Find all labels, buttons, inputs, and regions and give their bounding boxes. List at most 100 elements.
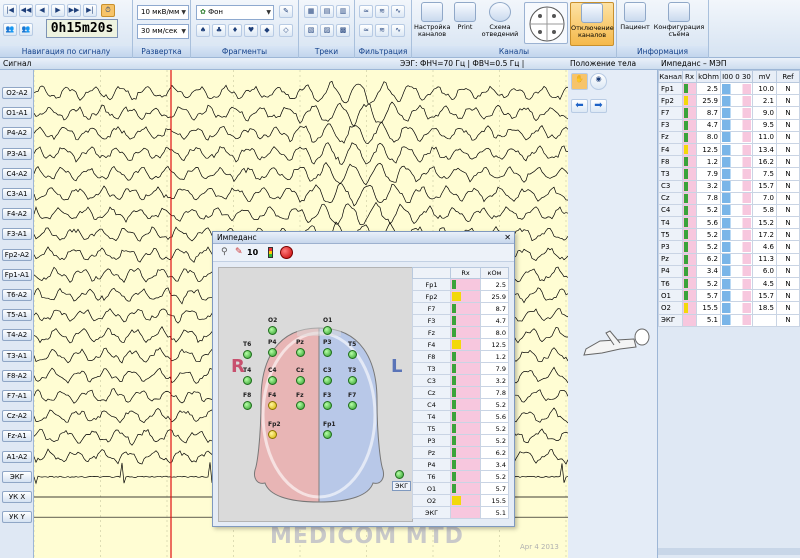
- channel-label[interactable]: O2-A2: [2, 87, 32, 99]
- filter-a-icon[interactable]: ≈: [359, 24, 373, 37]
- channel-label[interactable]: F8-A2: [2, 369, 32, 382]
- electrode-f3[interactable]: [323, 401, 332, 410]
- dialog-impedance-row[interactable]: C3 3.2: [412, 374, 509, 387]
- fragment-tool-2-icon[interactable]: ♣: [212, 24, 226, 37]
- dialog-impedance-row[interactable]: F4 12.5: [412, 338, 509, 351]
- electrode-o2[interactable]: [268, 326, 277, 335]
- ecg-electrode[interactable]: [395, 470, 404, 479]
- electrode-p3[interactable]: [323, 348, 332, 357]
- impedance-row[interactable]: T4 5.6 15.2 N: [658, 216, 800, 230]
- dialog-impedance-row[interactable]: T6 5.2: [412, 470, 509, 483]
- dialog-impedance-row[interactable]: O1 5.7: [412, 482, 509, 495]
- impedance-row[interactable]: F8 1.2 16.2 N: [658, 155, 800, 169]
- channel-label[interactable]: Fp1-A1: [2, 268, 32, 281]
- track-a-icon[interactable]: ▦: [304, 5, 318, 18]
- impedance-row[interactable]: T6 5.2 4.5 N: [658, 276, 800, 291]
- impedance-row[interactable]: C3 3.2 15.7 N: [658, 179, 800, 193]
- threshold-value[interactable]: 10: [247, 248, 258, 257]
- channel-label[interactable]: P4-A2: [2, 127, 32, 140]
- electrode-t5[interactable]: [348, 350, 357, 359]
- filter-b-icon[interactable]: ≋: [375, 24, 389, 37]
- setup-channels-button[interactable]: Настройка каналов: [414, 2, 450, 38]
- dialog-impedance-row[interactable]: T4 5.6: [412, 410, 509, 423]
- electrode-f4[interactable]: [268, 401, 277, 410]
- people-add-icon[interactable]: 👥: [19, 23, 33, 36]
- impedance-row[interactable]: T5 5.2 17.2 N: [658, 228, 800, 242]
- step-back-icon[interactable]: ◀: [35, 4, 49, 17]
- channel-label[interactable]: F7-A1: [2, 390, 32, 402]
- go-end-icon[interactable]: ▶|: [83, 4, 97, 17]
- impedance-row[interactable]: O1 5.7 15.7 N: [658, 289, 800, 303]
- page-back-icon[interactable]: ◀◀: [19, 4, 33, 17]
- dialog-impedance-row[interactable]: C4 5.2: [412, 398, 509, 411]
- channel-label[interactable]: F4-A2: [2, 208, 32, 221]
- lead-scheme-button[interactable]: Схема отведений: [480, 2, 520, 38]
- track-f-icon[interactable]: ▩: [336, 24, 350, 37]
- track-c-icon[interactable]: ▥: [336, 5, 350, 18]
- impedance-row[interactable]: F4 12.5 13.4 N: [658, 142, 800, 157]
- impedance-row[interactable]: F3 4.7 9.5 N: [658, 118, 800, 132]
- print-button[interactable]: Print: [452, 2, 478, 31]
- play-icon[interactable]: ▶: [51, 4, 65, 17]
- electrode-p4[interactable]: [268, 348, 277, 357]
- channel-label[interactable]: F3-A1: [2, 228, 32, 241]
- channel-label[interactable]: T6-A2: [2, 289, 32, 301]
- dialog-impedance-row[interactable]: F7 8.7: [412, 302, 509, 315]
- speed-select[interactable]: 30 мм/сек ▼: [137, 24, 189, 39]
- filter-lowpass-icon[interactable]: ≈: [359, 5, 373, 18]
- dialog-impedance-row[interactable]: T5 5.2: [412, 422, 509, 435]
- electrode-f8[interactable]: [243, 401, 252, 410]
- channel-label[interactable]: P3-A1: [2, 147, 32, 160]
- channel-label[interactable]: Fz-A1: [2, 430, 32, 443]
- fragment-tool-6-icon[interactable]: ◇: [279, 24, 293, 37]
- electrode-c3[interactable]: [323, 376, 332, 385]
- page-forward-icon[interactable]: ▶▶: [67, 4, 81, 17]
- channel-label[interactable]: T4-A2: [2, 329, 32, 342]
- dialog-impedance-row[interactable]: P3 5.2: [412, 434, 509, 447]
- electrode-pz[interactable]: [296, 348, 305, 357]
- electrode-t6[interactable]: [243, 350, 252, 359]
- channel-label[interactable]: Fp2-A2: [2, 248, 32, 261]
- electrode-cz[interactable]: [296, 376, 305, 385]
- impedance-row[interactable]: F7 8.7 9.0 N: [658, 106, 800, 120]
- electrode-o1[interactable]: [323, 326, 332, 335]
- electrode-c4[interactable]: [268, 376, 277, 385]
- arrow-right-icon[interactable]: ➡: [590, 99, 607, 113]
- impedance-row[interactable]: Fz 8.0 11.0 N: [658, 130, 800, 144]
- channel-label[interactable]: T5-A1: [2, 309, 32, 322]
- filter-c-icon[interactable]: ∿: [391, 24, 405, 37]
- close-icon[interactable]: ✕: [504, 232, 511, 244]
- track-d-icon[interactable]: ▧: [304, 24, 318, 37]
- electrode-t3[interactable]: [348, 376, 357, 385]
- dialog-impedance-row[interactable]: P4 3.4: [412, 458, 509, 471]
- dialog-impedance-row[interactable]: F8 1.2: [412, 350, 509, 363]
- impedance-row[interactable]: ЭКГ 5.1 N: [658, 313, 800, 327]
- record-icon[interactable]: [280, 246, 293, 259]
- dialog-impedance-row[interactable]: O2 15.5: [412, 494, 509, 507]
- channel-label[interactable]: УК Y: [2, 511, 32, 524]
- fragment-select[interactable]: ✿ Фон ▼: [196, 5, 274, 20]
- fragment-edit-icon[interactable]: ✎: [279, 5, 293, 18]
- clock-toggle-icon[interactable]: ⏱: [101, 4, 115, 17]
- channel-label[interactable]: T3-A1: [2, 349, 32, 362]
- dialog-impedance-row[interactable]: Cz 7.8: [412, 386, 509, 399]
- channel-label[interactable]: ЭКГ: [2, 470, 32, 483]
- dialog-impedance-row[interactable]: Fp2 25.9: [412, 290, 509, 303]
- dialog-impedance-row[interactable]: T3 7.9: [412, 362, 509, 375]
- go-start-icon[interactable]: |◀: [3, 4, 17, 17]
- electrode-f7[interactable]: [348, 401, 357, 410]
- impedance-row[interactable]: P4 3.4 6.0 N: [658, 264, 800, 279]
- arrow-left-icon[interactable]: ⬅: [571, 99, 588, 113]
- dialog-impedance-row[interactable]: ЭКГ 5.1: [412, 506, 509, 519]
- fragment-tool-3-icon[interactable]: ♦: [228, 24, 242, 37]
- track-e-icon[interactable]: ▨: [320, 24, 334, 37]
- dialog-impedance-row[interactable]: Fz 8.0: [412, 326, 509, 339]
- impedance-row[interactable]: O2 15.5 18.5 N: [658, 301, 800, 315]
- probe-icon[interactable]: ⚲: [221, 247, 228, 257]
- channel-label[interactable]: C4-A2: [2, 167, 32, 180]
- sound-icon[interactable]: ◉: [590, 73, 607, 90]
- impedance-row[interactable]: Fp1 2.5 10.0 N: [658, 81, 800, 96]
- impedance-row[interactable]: T3 7.9 7.5 N: [658, 167, 800, 181]
- dialog-impedance-row[interactable]: F3 4.7: [412, 314, 509, 327]
- electrode-fz[interactable]: [296, 401, 305, 410]
